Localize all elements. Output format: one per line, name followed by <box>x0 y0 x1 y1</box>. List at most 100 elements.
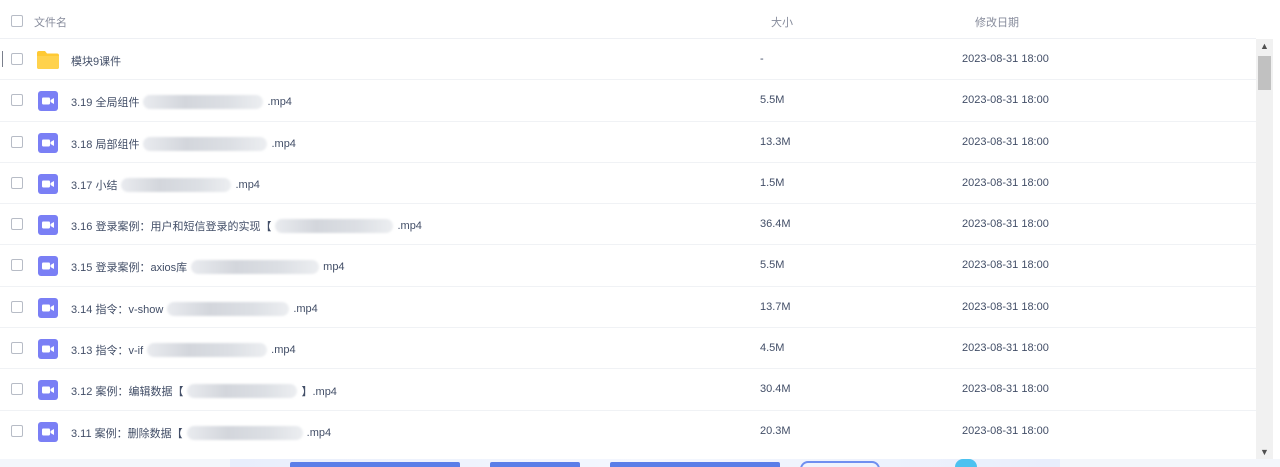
scrollbar-thumb[interactable] <box>1258 56 1271 90</box>
file-name-prefix: 3.18 局部组件 <box>71 138 140 151</box>
file-date: 2023-08-31 18:00 <box>962 383 1049 396</box>
video-file-icon <box>38 91 58 112</box>
video-file-icon <box>38 215 58 236</box>
file-name[interactable]: 3.16 登录案例：用户和短信登录的实现【 .mp4 <box>71 218 422 234</box>
file-size: 13.7M <box>760 300 791 313</box>
file-row[interactable]: 3.14 指令：v-show .mp4 13.7M 2023-08-31 18:… <box>0 287 1256 329</box>
file-date: 2023-08-31 18:00 <box>962 300 1049 313</box>
file-name-prefix: 3.19 全局组件 <box>71 97 140 110</box>
redacted-blur <box>187 384 298 399</box>
chevron-up-icon[interactable]: ▲ <box>1256 39 1273 53</box>
row-checkbox[interactable] <box>11 94 23 107</box>
file-name[interactable]: 3.12 案例：编辑数据【 】.mp4 <box>71 383 337 399</box>
row-checkbox[interactable] <box>11 53 23 65</box>
row-checkbox[interactable] <box>11 300 23 313</box>
file-name-suffix: .mp4 <box>271 344 296 357</box>
file-size: 36.4M <box>760 218 791 231</box>
file-name-suffix: .mp4 <box>306 426 332 439</box>
file-name[interactable]: 3.15 登录案例：axios库 mp4 <box>71 259 345 275</box>
redacted-blur <box>167 301 290 316</box>
file-name-suffix: .mp4 <box>397 220 422 233</box>
folder-icon <box>37 51 59 69</box>
file-row[interactable]: 模块9课件 - 2023-08-31 18:00 <box>0 39 1256 81</box>
select-all-checkbox[interactable] <box>11 15 23 27</box>
file-name-prefix: 3.17 小结 <box>71 179 118 192</box>
banner-text-fragment <box>290 462 460 467</box>
file-date: 2023-08-31 18:00 <box>962 342 1049 355</box>
chevron-down-icon[interactable]: ▼ <box>1256 445 1273 459</box>
video-file-icon <box>38 339 58 360</box>
file-name[interactable]: 3.11 案例：删除数据【 .mp4 <box>71 425 331 441</box>
file-row[interactable]: 3.15 登录案例：axios库 mp4 5.5M 2023-08-31 18:… <box>0 245 1256 287</box>
file-row[interactable]: 3.19 全局组件 .mp4 5.5M 2023-08-31 18:00 <box>0 80 1256 122</box>
file-row[interactable]: 3.17 小结 .mp4 1.5M 2023-08-31 18:00 <box>0 163 1256 205</box>
file-name[interactable]: 3.19 全局组件 .mp4 <box>71 94 292 110</box>
file-size: 1.5M <box>760 176 785 189</box>
video-file-icon <box>38 380 58 401</box>
file-date: 2023-08-31 18:00 <box>962 53 1049 65</box>
row-checkbox[interactable] <box>11 424 23 437</box>
file-date: 2023-08-31 18:00 <box>962 218 1049 231</box>
row-checkbox[interactable] <box>11 259 23 272</box>
file-name-prefix: 3.11 案例：删除数据【 <box>71 427 183 440</box>
file-date: 2023-08-31 18:00 <box>962 94 1049 107</box>
video-file-icon <box>38 256 58 277</box>
file-name-suffix: 】.mp4 <box>301 386 337 399</box>
file-name-suffix: .mp4 <box>235 178 260 191</box>
file-size: 20.3M <box>760 424 791 437</box>
video-file-icon <box>38 297 58 318</box>
column-header-size[interactable]: 大小 <box>771 14 793 30</box>
file-name-text: 模块9课件 <box>71 56 122 68</box>
file-name[interactable]: 3.13 指令：v-if .mp4 <box>71 342 296 358</box>
file-name-prefix: 3.12 案例：编辑数据【 <box>71 386 184 399</box>
file-date: 2023-08-31 18:00 <box>962 259 1049 272</box>
file-size: 5.5M <box>760 94 785 107</box>
row-checkbox[interactable] <box>11 342 23 355</box>
file-name[interactable]: 3.17 小结 .mp4 <box>71 177 260 193</box>
video-file-icon <box>38 421 58 442</box>
redacted-blur <box>121 177 232 192</box>
file-row[interactable]: 3.16 登录案例：用户和短信登录的实现【 .mp4 36.4M 2023-08… <box>0 204 1256 246</box>
row-checkbox[interactable] <box>11 176 23 189</box>
file-list: 模块9课件 - 2023-08-31 18:00 3.19 全局组件 .mp4 … <box>0 39 1256 449</box>
banner-text-fragment <box>490 462 580 467</box>
list-header: 文件名 大小 修改日期 <box>0 0 1256 39</box>
row-checkbox[interactable] <box>11 135 23 148</box>
file-row[interactable]: 3.18 局部组件 .mp4 13.3M 2023-08-31 18:00 <box>0 122 1256 163</box>
file-date: 2023-08-31 18:00 <box>962 135 1049 148</box>
redacted-blur <box>143 95 264 110</box>
file-name-suffix: .mp4 <box>271 137 296 150</box>
column-header-date[interactable]: 修改日期 <box>975 14 1019 30</box>
banner-text-fragment <box>610 462 780 467</box>
video-file-icon <box>38 132 58 153</box>
row-checkbox[interactable] <box>11 383 23 396</box>
promo-banner-edge <box>0 459 1280 467</box>
file-size: 4.5M <box>760 342 785 355</box>
redacted-blur <box>275 219 394 234</box>
file-name[interactable]: 模块9课件 <box>71 53 121 69</box>
file-size: 30.4M <box>760 383 791 396</box>
vertical-scrollbar[interactable]: ▲ ▼ <box>1256 39 1273 459</box>
file-name-prefix: 3.15 登录案例：axios库 <box>71 262 188 275</box>
file-row[interactable]: 3.11 案例：删除数据【 .mp4 20.3M 2023-08-31 18:0… <box>0 411 1256 449</box>
banner-button[interactable] <box>800 461 880 467</box>
redacted-blur <box>191 260 320 275</box>
row-checkbox[interactable] <box>11 218 23 231</box>
file-name-suffix: .mp4 <box>293 302 318 315</box>
file-list-window: 文件名 大小 修改日期 模块9课件 - 2023-08-31 18:00 3.1… <box>0 0 1280 467</box>
row-marker <box>2 51 3 67</box>
file-name-prefix: 3.14 指令：v-show <box>71 303 164 316</box>
column-header-name[interactable]: 文件名 <box>34 14 67 30</box>
file-name-suffix: mp4 <box>323 261 345 274</box>
promo-banner[interactable] <box>230 459 1060 467</box>
banner-logo-icon <box>955 459 977 467</box>
file-date: 2023-08-31 18:00 <box>962 424 1049 437</box>
file-name[interactable]: 3.14 指令：v-show .mp4 <box>71 301 318 317</box>
file-name[interactable]: 3.18 局部组件 .mp4 <box>71 136 296 152</box>
video-file-icon <box>38 173 58 194</box>
file-row[interactable]: 3.12 案例：编辑数据【 】.mp4 30.4M 2023-08-31 18:… <box>0 369 1256 411</box>
file-row[interactable]: 3.13 指令：v-if .mp4 4.5M 2023-08-31 18:00 <box>0 328 1256 370</box>
file-size: 13.3M <box>760 135 791 148</box>
file-name-suffix: .mp4 <box>267 96 292 109</box>
redacted-blur <box>186 425 303 440</box>
